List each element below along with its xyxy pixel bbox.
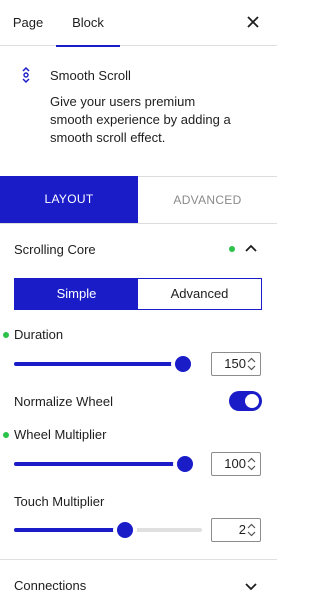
block-title: Smooth Scroll: [50, 68, 131, 83]
touch-multiplier-label: Touch Multiplier: [14, 494, 105, 509]
smooth-scroll-block-icon: [19, 66, 33, 84]
sidebar-tabs: Page Block: [0, 0, 277, 47]
duration-input[interactable]: 150: [211, 352, 261, 376]
touch-multiplier-input[interactable]: 2: [211, 518, 261, 542]
stepper-arrows-icon[interactable]: [246, 456, 257, 472]
mode-simple-button[interactable]: Simple: [15, 279, 138, 309]
wheel-multiplier-value: 100: [224, 456, 246, 471]
block-card: Smooth Scroll Give your users premium sm…: [0, 46, 277, 182]
section-title: Connections: [14, 578, 87, 593]
chevron-up-icon[interactable]: [243, 241, 259, 257]
duration-slider[interactable]: [14, 356, 192, 372]
duration-label: Duration: [14, 327, 64, 342]
duration-value: 150: [224, 356, 246, 371]
tab-page[interactable]: Page: [0, 0, 56, 46]
stepper-arrows-icon[interactable]: [246, 522, 257, 538]
tab-advanced[interactable]: ADVANCED: [138, 176, 277, 223]
touch-multiplier-value: 2: [238, 522, 246, 537]
mode-advanced-button[interactable]: Advanced: [138, 279, 261, 309]
touch-multiplier-slider[interactable]: [14, 522, 202, 538]
normalize-wheel-label: Normalize Wheel: [14, 394, 113, 409]
tab-block[interactable]: Block: [56, 0, 120, 47]
wheel-multiplier-slider[interactable]: [14, 456, 193, 472]
slider-thumb[interactable]: [116, 522, 133, 538]
wheel-multiplier-label: Wheel Multiplier: [14, 427, 107, 442]
mode-toggle-group: Simple Advanced: [14, 278, 262, 310]
tab-layout[interactable]: LAYOUT: [0, 176, 138, 223]
stepper-arrows-icon[interactable]: [246, 356, 257, 372]
slider-thumb[interactable]: [176, 456, 193, 472]
close-icon[interactable]: [241, 10, 265, 34]
block-description: Give your users premium smooth experienc…: [50, 94, 231, 145]
slider-fill: [14, 528, 125, 532]
modified-indicator: [229, 246, 235, 252]
modified-indicator: [3, 332, 9, 338]
slider-fill: [14, 462, 185, 466]
toggle-knob: [245, 394, 259, 408]
slider-fill: [14, 362, 184, 366]
scrolling-core-header[interactable]: Scrolling Core: [0, 226, 277, 272]
panel-tabs: LAYOUT ADVANCED: [0, 176, 277, 224]
wheel-multiplier-input[interactable]: 100: [211, 452, 261, 476]
normalize-wheel-toggle[interactable]: [229, 391, 262, 411]
section-title: Scrolling Core: [14, 242, 96, 257]
slider-thumb[interactable]: [175, 356, 192, 372]
chevron-down-icon[interactable]: [243, 578, 259, 594]
modified-indicator: [3, 432, 9, 438]
connections-header[interactable]: Connections: [0, 560, 277, 610]
